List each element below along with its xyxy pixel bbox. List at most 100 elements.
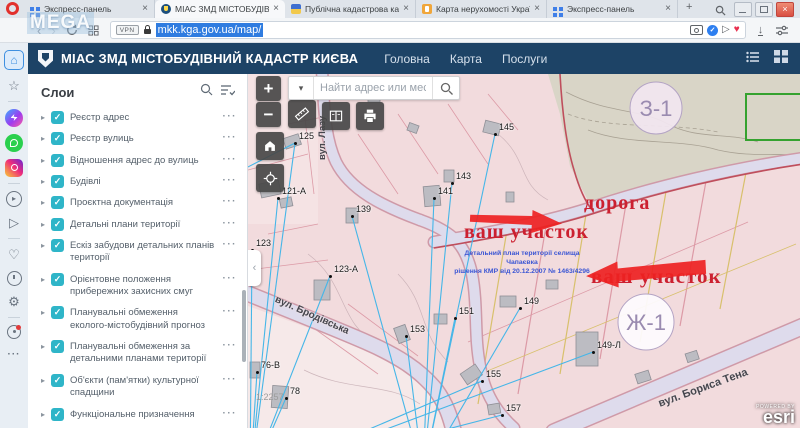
play-icon[interactable]: ▸ [6, 191, 22, 207]
layer-menu-icon[interactable]: ··· [223, 132, 238, 143]
map-search-button[interactable] [432, 77, 459, 99]
layer-menu-icon[interactable]: ··· [223, 374, 238, 385]
layer-menu-icon[interactable]: ··· [223, 218, 238, 229]
layer-checkbox[interactable]: ✓ [51, 408, 64, 421]
panel-collapse-button[interactable]: ‹ [248, 250, 261, 286]
close-icon[interactable]: × [142, 4, 148, 14]
expand-caret-icon[interactable]: ▸ [41, 410, 45, 419]
layer-checkbox[interactable]: ✓ [51, 306, 64, 319]
downloads-icon[interactable]: ↓ [758, 25, 764, 36]
nav-item-3[interactable]: Послуги [502, 52, 547, 66]
instagram-icon[interactable] [5, 159, 23, 177]
home-icon[interactable]: ⌂ [4, 50, 24, 70]
home-extent-button[interactable] [256, 132, 284, 160]
expand-caret-icon[interactable]: ▸ [41, 241, 45, 250]
snapshot-camera-icon[interactable] [690, 25, 703, 35]
layer-checkbox[interactable]: ✓ [51, 132, 64, 145]
browser-tab[interactable]: Карта нерухомості України× [416, 0, 547, 18]
layer-checkbox[interactable]: ✓ [51, 111, 64, 124]
panel-scrollbar[interactable] [242, 290, 246, 362]
lock-icon[interactable] [143, 25, 152, 35]
layer-checkbox[interactable]: ✓ [51, 340, 64, 353]
layer-checkbox[interactable]: ✓ [51, 154, 64, 167]
browser-tab[interactable]: МІАС ЗМД МІСТОБУДІВНИЙ× [155, 0, 285, 18]
apps-grid-icon[interactable] [774, 50, 788, 68]
legend-book-button[interactable] [322, 102, 350, 130]
settings-icon[interactable]: ⚙ [5, 293, 23, 311]
layer-menu-icon[interactable]: ··· [223, 196, 238, 207]
star-icon[interactable]: ☆ [5, 77, 23, 95]
layer-menu-icon[interactable]: ··· [223, 154, 238, 165]
expand-caret-icon[interactable]: ▸ [41, 376, 45, 385]
verified-check-icon[interactable]: ✓ [707, 25, 718, 36]
layer-row[interactable]: ▸✓Реєстр адрес··· [28, 107, 247, 128]
close-icon[interactable]: × [665, 4, 671, 14]
browser-tab[interactable]: Публічна кадастрова карта× [285, 0, 416, 18]
layer-row[interactable]: ▸✓Реєстр вулиць··· [28, 128, 247, 149]
vpn-badge[interactable]: VPN [116, 25, 139, 35]
expand-caret-icon[interactable]: ▸ [41, 198, 45, 207]
layer-row[interactable]: ▸✓Проєктна документація··· [28, 192, 247, 213]
more-icon[interactable]: ··· [5, 346, 23, 364]
layer-menu-icon[interactable]: ··· [223, 306, 238, 317]
browser-tab[interactable]: Экспресс-панель× [547, 0, 678, 18]
layer-checkbox[interactable]: ✓ [51, 175, 64, 188]
close-icon[interactable]: × [273, 4, 279, 14]
layer-row[interactable]: ▸✓Планувальні обмеження за детальними пл… [28, 336, 247, 370]
messenger-icon[interactable] [5, 109, 23, 127]
pin-icon[interactable] [7, 325, 21, 339]
minimize-button[interactable] [734, 2, 752, 17]
url-field[interactable]: VPN mkk.kga.gov.ua/map/ ✓ ▷ ♥ [110, 21, 746, 39]
layer-row[interactable]: ▸✓Планувальні обмеження еколого-містобуд… [28, 302, 247, 336]
url-text[interactable]: mkk.kga.gov.ua/map/ [156, 23, 264, 37]
layer-menu-icon[interactable]: ··· [223, 111, 238, 122]
expand-caret-icon[interactable]: ▸ [41, 134, 45, 143]
layer-checkbox[interactable]: ✓ [51, 273, 64, 286]
expand-caret-icon[interactable]: ▸ [41, 275, 45, 284]
layer-row[interactable]: ▸✓Функціональне призначення··· [28, 404, 247, 425]
close-icon[interactable]: × [403, 4, 409, 14]
send-icon[interactable]: ▷ [5, 214, 23, 232]
layer-checkbox[interactable]: ✓ [51, 374, 64, 387]
layer-row[interactable]: ▸✓Об'єкти (пам'ятки) культурної спадщини… [28, 370, 247, 404]
whatsapp-icon[interactable] [5, 134, 23, 152]
layer-row[interactable]: ▸✓Будівлі··· [28, 171, 247, 192]
expand-caret-icon[interactable]: ▸ [41, 342, 45, 351]
nav-item-1[interactable]: Головна [384, 52, 430, 66]
share-send-icon[interactable]: ▷ [722, 25, 730, 35]
search-dropdown-icon[interactable]: ▾ [289, 77, 314, 99]
opera-logo-icon[interactable] [6, 2, 19, 15]
map-search-input[interactable] [314, 77, 432, 99]
bookmark-heart-icon[interactable]: ♥ [734, 25, 740, 35]
layer-checkbox[interactable]: ✓ [51, 218, 64, 231]
close-window-button[interactable]: × [776, 2, 794, 17]
layer-filter-icon[interactable] [221, 83, 235, 101]
layer-menu-icon[interactable]: ··· [223, 175, 238, 186]
heart-icon[interactable]: ♡ [5, 246, 23, 264]
close-icon[interactable]: × [534, 4, 540, 14]
map-canvas[interactable]: З-1 Ж-1 [248, 74, 800, 428]
expand-caret-icon[interactable]: ▸ [41, 113, 45, 122]
history-icon[interactable] [7, 271, 22, 286]
maximize-button[interactable] [755, 2, 773, 17]
layer-menu-icon[interactable]: ··· [223, 408, 238, 419]
locate-button[interactable] [256, 164, 284, 192]
layer-menu-icon[interactable]: ··· [223, 340, 238, 351]
print-button[interactable] [356, 102, 384, 130]
layer-search-icon[interactable] [200, 83, 213, 101]
zoom-in-button[interactable]: + [256, 76, 281, 101]
layer-menu-icon[interactable]: ··· [223, 239, 238, 250]
nav-item-2[interactable]: Карта [450, 52, 482, 66]
measure-ruler-button[interactable] [288, 100, 316, 128]
layer-menu-icon[interactable]: ··· [223, 273, 238, 284]
layer-checkbox[interactable]: ✓ [51, 239, 64, 252]
new-tab-button[interactable]: + [678, 0, 700, 18]
expand-caret-icon[interactable]: ▸ [41, 177, 45, 186]
tune-settings-icon[interactable] [776, 25, 788, 36]
expand-caret-icon[interactable]: ▸ [41, 156, 45, 165]
layer-row[interactable]: ▸✓Відношення адрес до вулиць··· [28, 150, 247, 171]
zoom-out-button[interactable]: − [256, 102, 281, 127]
layer-row[interactable]: ▸✓Орієнтовне положення прибережних захис… [28, 269, 247, 303]
expand-caret-icon[interactable]: ▸ [41, 308, 45, 317]
expand-caret-icon[interactable]: ▸ [41, 220, 45, 229]
